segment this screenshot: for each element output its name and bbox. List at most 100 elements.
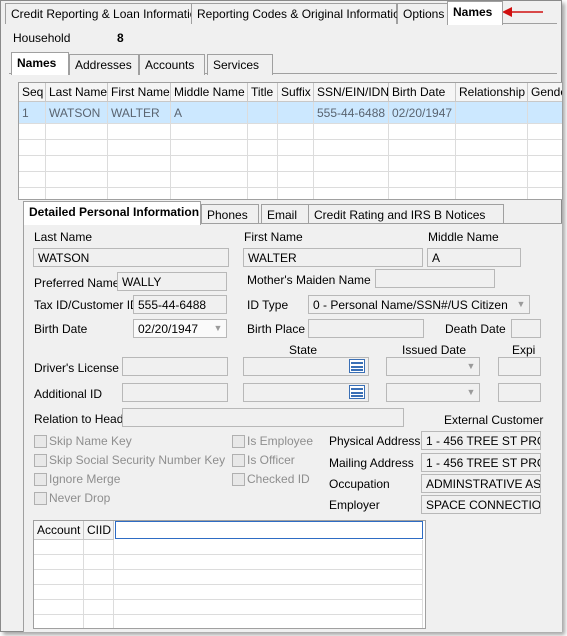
mailing-address-label: Mailing Address — [329, 456, 414, 470]
col-header-relationship[interactable]: Relationship — [456, 83, 528, 102]
empty-cell — [278, 140, 314, 156]
ignore-merge-checkbox[interactable] — [34, 473, 47, 486]
tab-label: Names — [17, 56, 57, 70]
death-date-field[interactable] — [511, 319, 541, 338]
drivers-license-field[interactable] — [122, 357, 228, 376]
mothers-maiden-field[interactable] — [375, 269, 495, 288]
dl-state-field[interactable] — [243, 357, 369, 376]
tab-detailed-personal[interactable]: Detailed Personal Information — [23, 201, 201, 225]
tab-services[interactable]: Services — [207, 54, 273, 75]
empty-cell — [248, 188, 278, 199]
empty-cell — [278, 172, 314, 188]
preferred-name-field[interactable]: WALLY — [117, 272, 227, 291]
empty-cell — [84, 555, 114, 570]
never-drop-checkbox[interactable] — [34, 492, 47, 505]
window-frame: Credit Reporting & Loan Information Repo… — [0, 0, 563, 632]
id-type-select[interactable]: 0 - Personal Name/SSN#/US Citizen ▼ — [308, 295, 530, 314]
account-grid[interactable]: Account CIID — [33, 520, 426, 629]
empty-cell — [34, 600, 84, 615]
id-type-value: 0 - Personal Name/SSN#/US Citizen — [313, 298, 508, 312]
aid-issued-date-select[interactable]: ▼ — [386, 383, 480, 402]
drivers-license-label: Driver's License — [34, 361, 119, 375]
household-label: Household — [13, 31, 71, 45]
calendar-icon[interactable] — [349, 359, 365, 373]
is-officer-checkbox[interactable] — [232, 454, 245, 467]
empty-cell — [314, 156, 389, 172]
empty-cell — [528, 172, 562, 188]
empty-cell — [171, 140, 248, 156]
col-header-gender[interactable]: Gende — [528, 83, 562, 102]
empty-cell — [456, 124, 528, 140]
col-header-first-name[interactable]: First Name — [108, 83, 171, 102]
first-name-field[interactable]: WALTER — [243, 248, 423, 267]
empty-cell — [278, 188, 314, 199]
checked-id-label: Checked ID — [247, 472, 310, 486]
mailing-address-field[interactable]: 1 - 456 TREE ST PRO — [421, 453, 541, 472]
birth-date-label: Birth Date — [34, 322, 88, 336]
never-drop-label: Never Drop — [49, 491, 111, 505]
tab-options[interactable]: Options — [397, 3, 449, 24]
empty-cell — [108, 188, 171, 199]
empty-cell — [528, 124, 562, 140]
tab-names-sub[interactable]: Names — [11, 52, 69, 75]
aid-state-field[interactable] — [243, 383, 369, 402]
col-header-title[interactable]: Title — [248, 83, 278, 102]
col-header-suffix[interactable]: Suffix — [278, 83, 314, 102]
chevron-down-icon: ▼ — [213, 323, 223, 333]
relation-to-head-label: Relation to Head — [34, 412, 124, 426]
account-filter-input[interactable] — [115, 521, 423, 539]
occupation-field[interactable]: ADMINSTRATIVE ASST — [421, 474, 541, 493]
cell-title — [248, 102, 278, 124]
col-header-last-name[interactable]: Last Name — [46, 83, 108, 102]
empty-cell — [46, 124, 108, 140]
empty-cell — [314, 140, 389, 156]
skip-name-key-checkbox[interactable] — [34, 435, 47, 448]
dl-expires-field[interactable] — [498, 357, 541, 376]
table-row-selected[interactable]: 1 WATSON WALTER A 555-44-6488 02/20/1947 — [19, 102, 562, 124]
additional-id-field[interactable] — [122, 383, 228, 402]
empty-cell — [46, 156, 108, 172]
tab-credit-reporting[interactable]: Credit Reporting & Loan Information — [5, 3, 203, 24]
relation-to-head-field[interactable] — [122, 408, 404, 427]
skip-ssn-key-checkbox[interactable] — [34, 454, 47, 467]
col-header-middle-name[interactable]: Middle Name — [171, 83, 248, 102]
aid-expires-field[interactable] — [498, 383, 541, 402]
col-header-ssn[interactable]: SSN/EIN/IDN — [314, 83, 389, 102]
empty-cell — [248, 124, 278, 140]
empty-cell — [34, 540, 84, 555]
empty-cell — [108, 172, 171, 188]
tab-names[interactable]: Names — [447, 1, 503, 25]
tab-accounts[interactable]: Accounts — [139, 54, 205, 75]
employer-field[interactable]: SPACE CONNECTIONS — [421, 495, 541, 514]
physical-address-field[interactable]: 1 - 456 TREE ST PRO — [421, 431, 541, 450]
empty-cell — [389, 156, 456, 172]
col-header-ciid[interactable]: CIID — [84, 521, 114, 540]
last-name-field[interactable]: WATSON — [33, 248, 229, 267]
tab-addresses[interactable]: Addresses — [69, 54, 139, 75]
is-employee-checkbox[interactable] — [232, 435, 245, 448]
tab-reporting-codes[interactable]: Reporting Codes & Original Information — [191, 3, 406, 24]
empty-cell — [34, 615, 84, 628]
tab-email[interactable]: Email — [261, 204, 309, 225]
empty-cell — [314, 172, 389, 188]
middle-name-field[interactable]: A — [427, 248, 521, 267]
tab-label: Detailed Personal Information — [29, 205, 200, 219]
tab-phones[interactable]: Phones — [201, 204, 259, 225]
empty-cell — [171, 156, 248, 172]
col-header-birth-date[interactable]: Birth Date — [389, 83, 456, 102]
birth-date-picker[interactable]: 02/20/1947 ▼ — [133, 319, 227, 338]
birth-place-field[interactable] — [308, 319, 424, 338]
empty-cell — [108, 124, 171, 140]
tax-id-field[interactable]: 555-44-6488 — [133, 295, 227, 314]
tab-credit-rating[interactable]: Credit Rating and IRS B Notices — [308, 204, 504, 225]
col-header-seq[interactable]: Seq — [19, 83, 46, 102]
middle-name-label: Middle Name — [428, 230, 499, 244]
checked-id-checkbox[interactable] — [232, 473, 245, 486]
empty-cell — [19, 188, 46, 199]
empty-cell — [528, 156, 562, 172]
empty-cell — [248, 156, 278, 172]
dl-issued-date-select[interactable]: ▼ — [386, 357, 480, 376]
calendar-icon[interactable] — [349, 385, 365, 399]
col-header-account[interactable]: Account — [34, 521, 84, 540]
names-grid[interactable]: Seq Last Name First Name Middle Name Tit… — [18, 82, 563, 200]
